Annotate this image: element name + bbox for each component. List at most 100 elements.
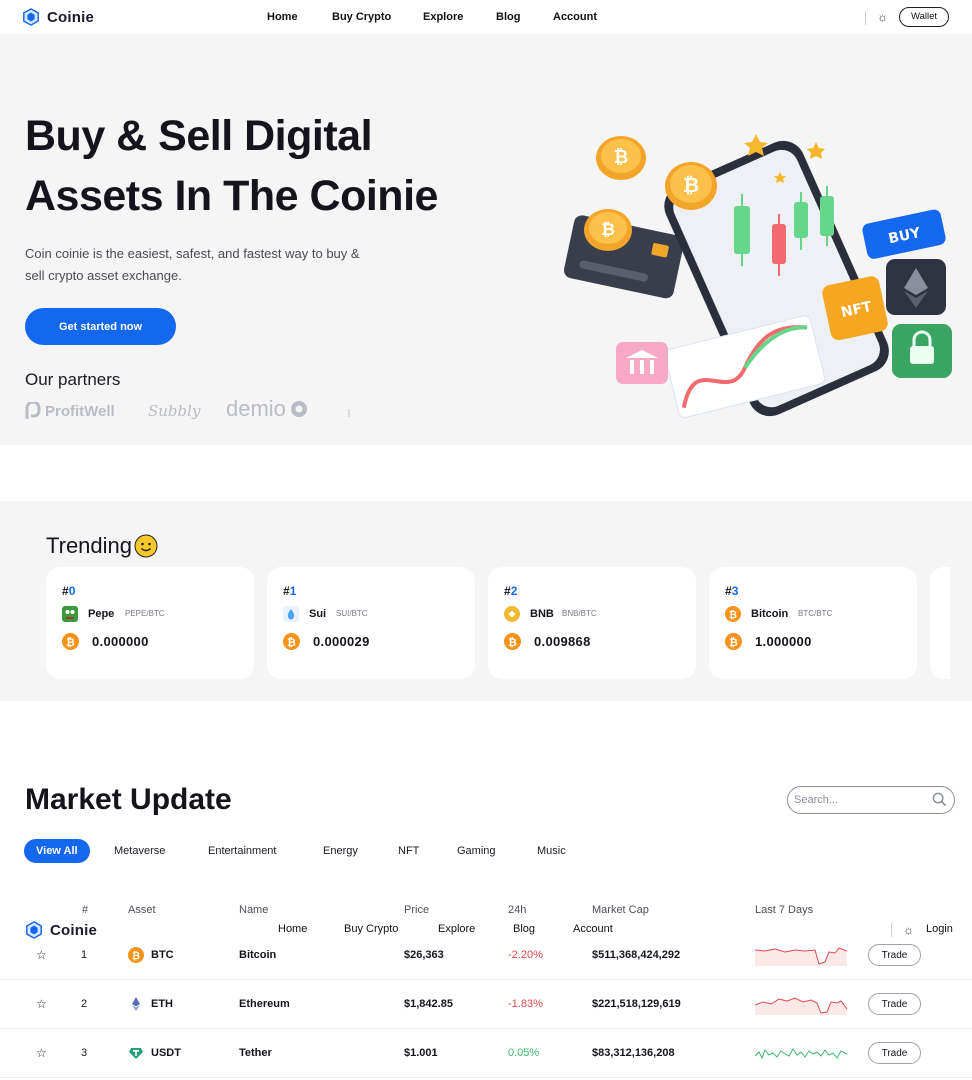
market-row-usdt[interactable]: ☆ 3 USDT Tether $1.001 0.05% $83,312,136… (0, 1029, 972, 1078)
nav-divider (865, 11, 866, 25)
column-header-asset: Asset (128, 904, 156, 916)
partners-overflow-indicator (348, 409, 350, 417)
market-search-input[interactable] (794, 791, 932, 809)
row-market-cap: $511,368,424,292 (592, 949, 681, 961)
column-header-name: Name (239, 904, 269, 916)
search-icon[interactable] (932, 792, 947, 807)
market-row-btc[interactable]: ☆ 1 ₿ BTC Bitcoin $26,363 -2.20% $511,36… (0, 931, 972, 980)
filter-tab-entertainment[interactable]: Entertainment (208, 839, 276, 863)
market-table-header: # Asset Name Price 24h Market Cap Last 7… (0, 904, 972, 918)
hero-title-line-1: Buy & Sell Digital (25, 112, 373, 160)
nav-explore-link[interactable]: Explore (423, 11, 463, 23)
trending-coin-pair: BNB/BTC (562, 609, 597, 618)
brand-logo[interactable]: Coinie (22, 8, 94, 26)
sparkline-chart-down (755, 997, 847, 1015)
bnb-icon (504, 606, 520, 622)
hero-subtitle-line-2: sell crypto asset exchange. (25, 268, 182, 283)
bitcoin-icon: ₿ (725, 606, 741, 622)
trending-rank: #0 (62, 584, 76, 598)
trending-coin-name: Pepe (88, 608, 115, 620)
row-rank: 2 (81, 998, 88, 1010)
bitcoin-icon: ₿ (283, 633, 300, 650)
trending-coin-name: Bitcoin (751, 608, 789, 620)
partner-name: Subbly (148, 402, 201, 420)
trending-card-sui[interactable]: #1 Sui SUI/BTC ₿ 0.000029 (267, 567, 475, 679)
svg-text:₿: ₿ (614, 147, 629, 168)
nav-blog-link[interactable]: Blog (496, 11, 520, 23)
row-symbol: ETH (151, 998, 173, 1010)
svg-text:₿: ₿ (287, 636, 296, 649)
column-header-price: Price (404, 904, 430, 916)
trending-coin-pair: PEPE/BTC (125, 609, 165, 618)
profitwell-logo-icon (25, 402, 41, 419)
filter-tab-view-all[interactable]: View All (24, 839, 90, 863)
trending-heading: Trending (46, 533, 158, 559)
trending-title: Trending (46, 533, 133, 558)
row-name: Bitcoin (239, 949, 277, 961)
trending-card-next-peek[interactable] (930, 567, 950, 679)
trending-card-pepe[interactable]: #0 Pepe PEPE/BTC ₿ 0.000000 (46, 567, 254, 679)
row-price: $26,363 (404, 949, 444, 961)
svg-text:₿: ₿ (508, 636, 517, 649)
nav-buy-crypto-link[interactable]: Buy Crypto (332, 11, 391, 23)
partner-logo-demio: demio (226, 396, 308, 422)
trending-section: Trending #0 Pepe PEPE/BTC ₿ 0.000000 #1 … (0, 501, 972, 701)
market-search-box[interactable] (787, 786, 955, 814)
wallet-button[interactable]: Wallet (899, 7, 949, 27)
row-rank: 1 (81, 949, 88, 961)
row-rank: 3 (81, 1047, 88, 1059)
row-24h-change: -1.83% (508, 998, 543, 1010)
filter-tab-music[interactable]: Music (537, 839, 566, 863)
svg-text:₿: ₿ (729, 609, 737, 621)
trending-coin-value: 1.000000 (755, 634, 812, 649)
favorite-star-icon[interactable]: ☆ (36, 1046, 47, 1060)
trending-coin-pair: SUI/BTC (336, 609, 368, 618)
coinie-logo-icon (23, 8, 39, 26)
trending-coin-pair: BTC/BTC (798, 609, 833, 618)
row-price: $1.001 (404, 1047, 438, 1059)
hero-subtitle-line-1: Coin coinie is the easiest, safest, and … (25, 246, 360, 261)
hero-subtitle: Coin coinie is the easiest, safest, and … (25, 243, 395, 287)
market-row-eth[interactable]: ☆ 2 ETH Ethereum $1,842.85 -1.83% $221,5… (0, 980, 972, 1029)
trade-button[interactable]: Trade (868, 993, 921, 1015)
trade-button[interactable]: Trade (868, 944, 921, 966)
filter-tab-gaming[interactable]: Gaming (457, 839, 496, 863)
market-update-title: Market Update (25, 783, 232, 816)
bitcoin-icon: ₿ (725, 633, 742, 650)
favorite-star-icon[interactable]: ☆ (36, 948, 47, 962)
partner-logo-profitwell: ProfitWell (25, 402, 115, 420)
trending-coin-name: Sui (309, 608, 327, 620)
row-price: $1,842.85 (404, 998, 453, 1010)
trending-rank: #1 (283, 584, 297, 598)
filter-tab-energy[interactable]: Energy (323, 839, 358, 863)
trade-button[interactable]: Trade (868, 1042, 921, 1064)
bitcoin-icon: ₿ (128, 947, 144, 963)
favorite-star-icon[interactable]: ☆ (36, 997, 47, 1011)
svg-text:₿: ₿ (601, 220, 615, 240)
trending-coin-value: 0.009868 (534, 634, 591, 649)
sui-icon (283, 606, 299, 622)
row-symbol: USDT (151, 1047, 181, 1059)
top-navbar: Coinie Home Buy Crypto Explore Blog Acco… (0, 0, 972, 34)
partners-heading: Our partners (25, 370, 121, 389)
column-header-market-cap: Market Cap (592, 904, 649, 916)
nav-account-link[interactable]: Account (553, 11, 597, 23)
nav-home-link[interactable]: Home (267, 11, 298, 23)
row-market-cap: $221,518,129,619 (592, 998, 681, 1010)
row-market-cap: $83,312,136,208 (592, 1047, 675, 1059)
hero-crypto-phone-illustration: ₿ ₿ ₿ BUY NFT (563, 134, 952, 419)
hero-title-line-2: Assets In The Coinie (25, 172, 438, 220)
filter-tab-metaverse[interactable]: Metaverse (114, 839, 165, 863)
theme-toggle-sun-icon[interactable]: ☼ (877, 10, 888, 24)
bitcoin-coin-icon: ₿ (596, 136, 646, 180)
svg-text:₿: ₿ (132, 950, 140, 962)
bitcoin-icon: ₿ (62, 633, 79, 650)
hero-section: Buy & Sell Digital Assets In The Coinie … (0, 34, 972, 445)
trending-coin-value: 0.000029 (313, 634, 370, 649)
get-started-button[interactable]: Get started now (25, 308, 176, 345)
trending-card-bnb[interactable]: #2 BNB BNB/BTC ₿ 0.009868 (488, 567, 696, 679)
filter-tab-nft[interactable]: NFT (398, 839, 419, 863)
demio-logo-icon (290, 401, 307, 417)
sparkline-chart-down (755, 947, 847, 966)
trending-card-bitcoin[interactable]: #3 ₿ Bitcoin BTC/BTC ₿ 1.000000 (709, 567, 917, 679)
